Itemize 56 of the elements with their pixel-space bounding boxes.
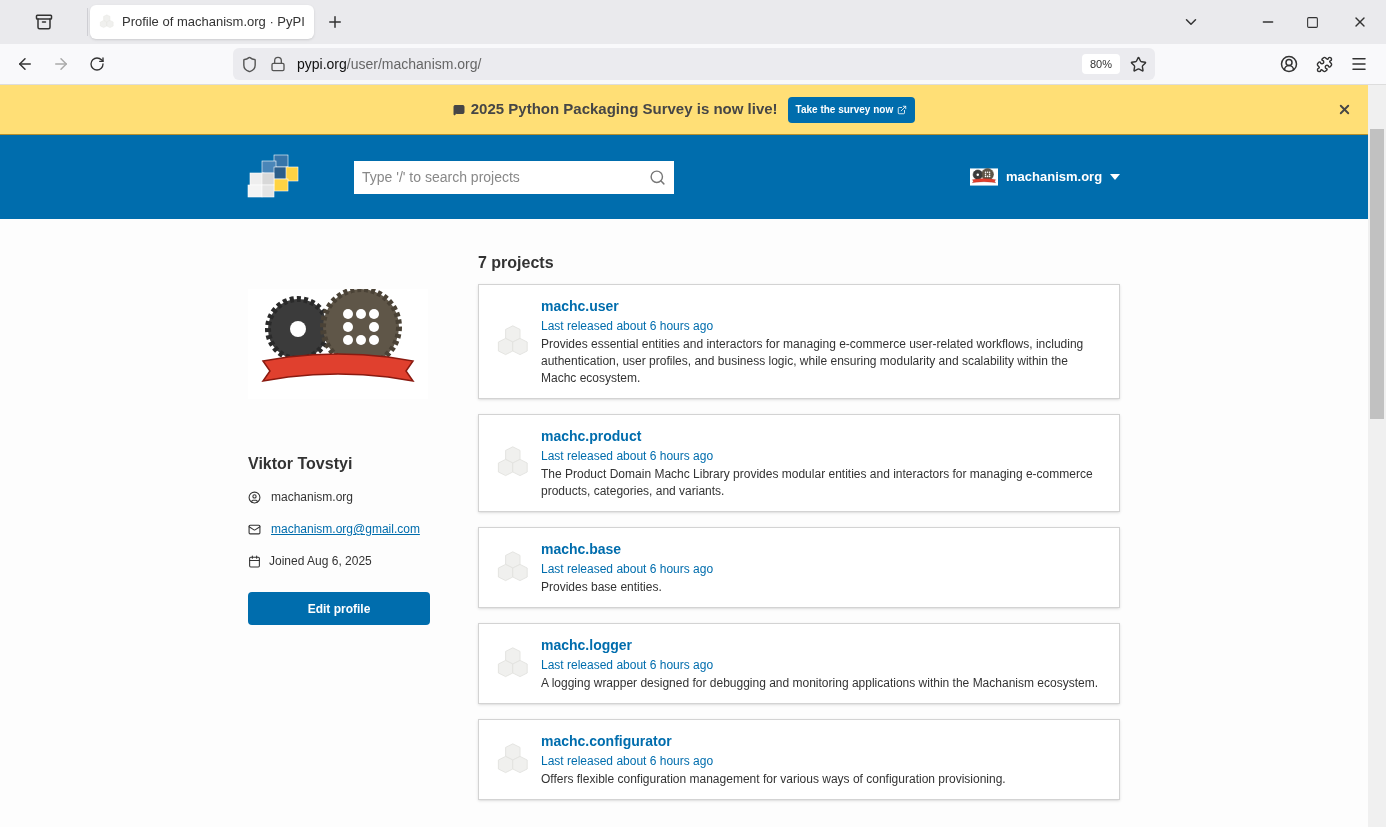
- browser-tab[interactable]: Profile of machanism.org · PyPI: [90, 5, 314, 39]
- user-icon: [248, 490, 261, 504]
- profile-name: Viktor Tovstyi: [248, 454, 354, 474]
- project-description: A logging wrapper designed for debugging and monitoring applications within the Machanism ecosystem.: [541, 675, 1098, 692]
- banner-text: 2025 Python Packaging Survey is now live!: [470, 99, 778, 120]
- release-date: Last released about 6 hours ago: [541, 753, 715, 770]
- project-name[interactable]: machc.configurator: [541, 731, 1006, 752]
- project-card[interactable]: machc.base Last released about 6 hours ago Provides base entities.: [478, 527, 1120, 608]
- search-field[interactable]: Type '/' to search projects: [354, 160, 674, 194]
- maximize-icon[interactable]: [1306, 15, 1319, 29]
- user-avatar[interactable]: [970, 168, 998, 186]
- email-link[interactable]: machanism.org@gmail.com: [271, 520, 420, 538]
- calendar-icon: [248, 554, 261, 568]
- bookmark-star-icon[interactable]: [1130, 55, 1147, 73]
- project-name[interactable]: machc.base: [541, 539, 714, 560]
- menu-icon[interactable]: [1350, 55, 1368, 73]
- project-name[interactable]: machc.user: [541, 296, 1103, 317]
- favicon-icon: [98, 14, 114, 30]
- address-bar[interactable]: pypi.org/user/machanism.org/ 80%: [233, 48, 1155, 80]
- project-card[interactable]: [478, 284, 1120, 399]
- project-card[interactable]: machc.configurator Last released about 6 hours ago Offers flexible configuration management for various ways of configuration provisioning.: [478, 719, 1120, 800]
- back-icon[interactable]: [16, 55, 34, 73]
- survey-button[interactable]: Take the survey now: [787, 96, 916, 123]
- project-description: Provides essential entities and interactors for managing e-commerce user-related workflows, including authentication, user profiles, and business logic, while ensuring modularity and scalability within the Machc ecosystem.: [541, 336, 1085, 387]
- project-card[interactable]: machc.product Last released about 6 hours ago The Product Domain Machc Library provides modular entities and interactors for managing e-commerce products, categories, and variants.: [478, 414, 1120, 512]
- edit-profile-button[interactable]: Edit profile: [248, 592, 430, 625]
- project-name[interactable]: machc.product: [541, 426, 1103, 447]
- release-date: Last released about 6 hours ago: [541, 448, 715, 465]
- zoom-level[interactable]: 80%: [1081, 53, 1120, 75]
- tab-list-icon[interactable]: [34, 13, 53, 31]
- extensions-icon[interactable]: [1316, 55, 1333, 73]
- project-name[interactable]: machc.logger: [541, 635, 1098, 656]
- projects-heading: 7 projects: [478, 253, 555, 273]
- joined-date: Joined Aug 6, 2025: [269, 553, 372, 570]
- reload-icon[interactable]: [89, 56, 105, 72]
- project-card[interactable]: machc.logger Last released about 6 hours ago A logging wrapper designed for debugging and monitoring applications within the Machanism ecosystem.: [478, 623, 1120, 704]
- shield-icon[interactable]: [241, 55, 258, 73]
- release-date: Last released about 6 hours ago: [541, 318, 715, 335]
- lock-icon[interactable]: [270, 56, 286, 72]
- account-icon[interactable]: [1280, 55, 1298, 73]
- comment-icon: [452, 103, 465, 116]
- external-link-icon: [897, 104, 908, 115]
- close-icon[interactable]: [1337, 102, 1352, 117]
- profile-username: machanism.org: [271, 489, 354, 506]
- mail-icon: [248, 522, 261, 536]
- new-tab-icon[interactable]: [326, 13, 344, 31]
- pypi-logo[interactable]: [246, 153, 300, 201]
- caret-icon: [1110, 174, 1121, 180]
- release-date: Last released about 6 hours ago: [541, 657, 715, 674]
- release-date: Last released about 6 hours ago: [541, 561, 714, 578]
- project-description: Provides base entities.: [541, 579, 663, 596]
- project-description: The Product Domain Machc Library provides modular entities and interactors for managing e-commerce products, categories, and variants.: [541, 466, 1094, 500]
- user-menu[interactable]: machanism.org: [1006, 167, 1121, 187]
- project-description: Offers flexible configuration management for various ways of configuration provisioning.: [541, 771, 1006, 788]
- scrollbar[interactable]: [1368, 85, 1386, 827]
- search-icon[interactable]: [649, 168, 666, 186]
